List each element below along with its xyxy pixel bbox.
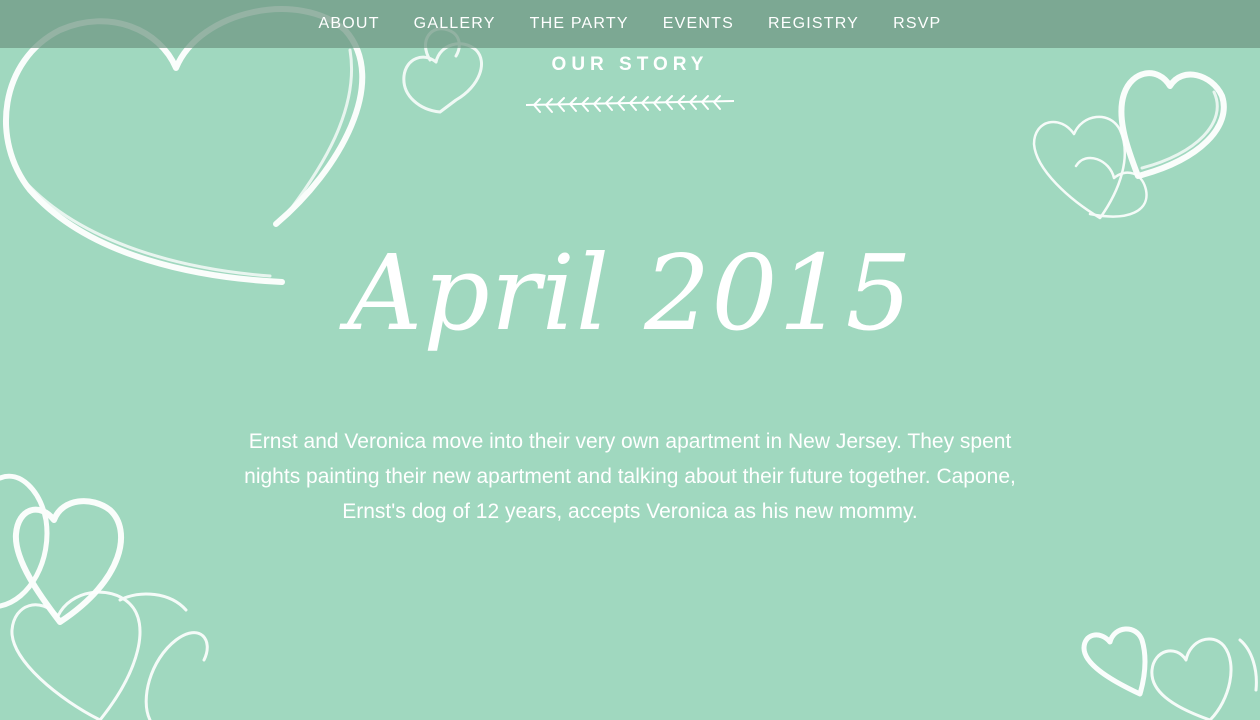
- nav-item-gallery[interactable]: GALLERY: [397, 0, 513, 48]
- heart-outline-icon: [1118, 70, 1227, 179]
- nav-item-rsvp[interactable]: RSVP: [876, 0, 958, 48]
- main-nav: ABOUT GALLERY THE PARTY EVENTS REGISTRY …: [0, 0, 1260, 48]
- heart-outline-icon: [1032, 115, 1148, 220]
- fern-leaf-divider-icon: [525, 95, 735, 113]
- nav-item-the-party[interactable]: THE PARTY: [513, 0, 646, 48]
- nav-item-registry[interactable]: REGISTRY: [751, 0, 876, 48]
- story-date-heading: April 2015: [347, 232, 913, 354]
- nav-item-about[interactable]: ABOUT: [302, 0, 397, 48]
- nav-item-events[interactable]: EVENTS: [646, 0, 751, 48]
- heart-outline-icon: [1081, 626, 1148, 697]
- heart-outline-icon: [1150, 637, 1258, 720]
- section-title: OUR STORY: [551, 54, 709, 75]
- story-paragraph: Ernst and Veronica move into their very …: [244, 430, 1016, 523]
- heart-outline-icon: [0, 473, 125, 625]
- heart-outline-icon: [10, 590, 209, 720]
- our-story-section: ABOUT GALLERY THE PARTY EVENTS REGISTRY …: [0, 0, 1260, 720]
